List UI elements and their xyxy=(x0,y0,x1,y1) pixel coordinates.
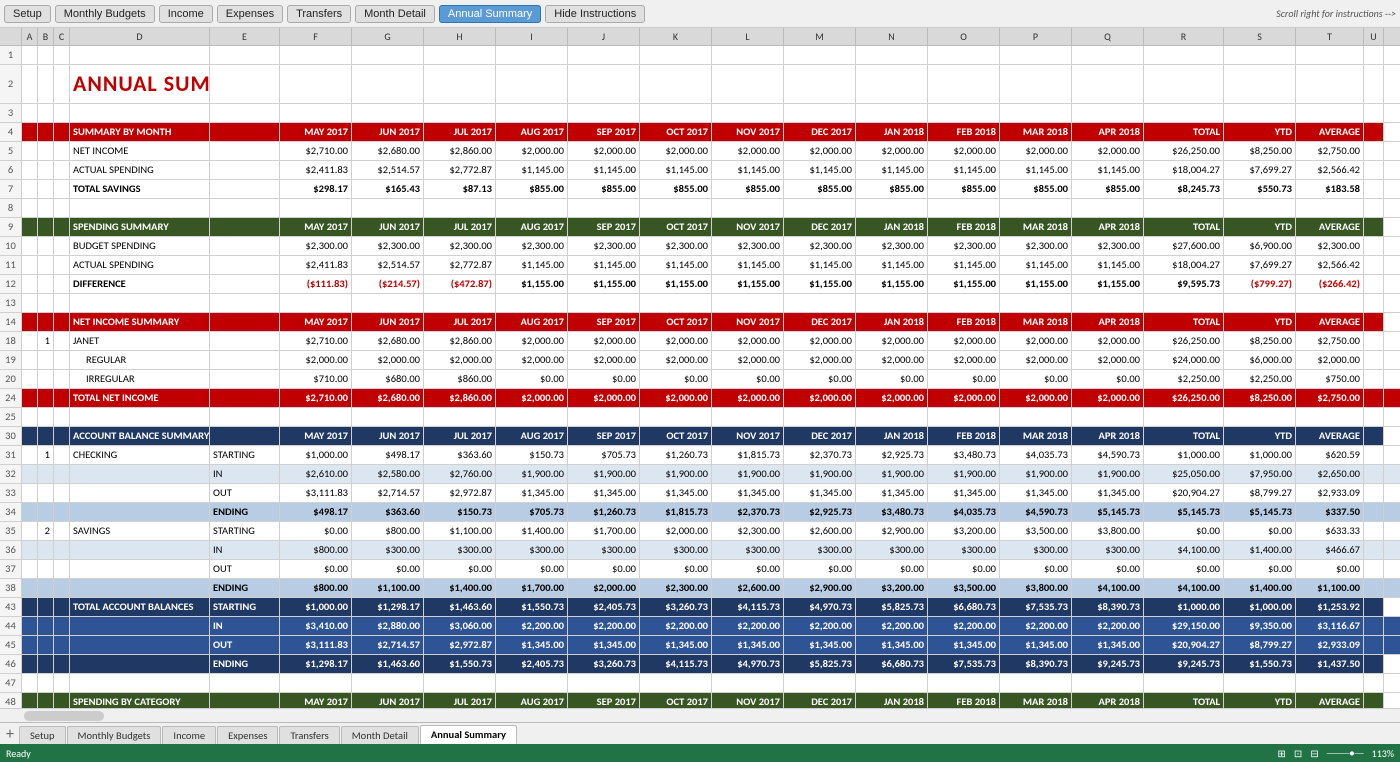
row-13: 13 xyxy=(0,294,1400,313)
month-detail-button[interactable]: Month Detail xyxy=(355,5,435,23)
col-header-j: J xyxy=(568,28,640,45)
col-header-m: M xyxy=(784,28,856,45)
row-11: 11 ACTUAL SPENDING $2,411.83$2,514.57$2,… xyxy=(0,256,1400,275)
row-48-category-header: 48 SPENDING BY CATEGORY MAY 2017 JUN 201… xyxy=(0,693,1400,708)
tab-annual-summary[interactable]: Annual Summary xyxy=(420,725,517,744)
col-header-e: E xyxy=(210,28,280,45)
expenses-button[interactable]: Expenses xyxy=(217,5,283,23)
col-header-i: I xyxy=(496,28,568,45)
spending-summary-label: SPENDING SUMMARY xyxy=(70,218,210,236)
row-44: 44 IN $3,410.00$2,880.00$3,060.00 $2,200… xyxy=(0,617,1400,636)
row-2-title: 2 ANNUAL SUMMARY xyxy=(0,65,1400,104)
row-6: 6 ACTUAL SPENDING $2,411.83 $2,514.57 $2… xyxy=(0,161,1400,180)
summary-by-month-label: SUMMARY BY MONTH xyxy=(70,123,210,141)
col-header-c: C xyxy=(54,28,70,45)
row-4-summary-header: 4 SUMMARY BY MONTH MAY 2017 JUN 2017 JUL… xyxy=(0,123,1400,142)
net-income-summary-label: NET INCOME SUMMARY xyxy=(70,313,210,331)
tab-expenses[interactable]: Expenses xyxy=(217,726,278,744)
row-45: 45 OUT $3,111.83$2,714.57$2,972.87 $1,34… xyxy=(0,636,1400,655)
col-header-t: T xyxy=(1296,28,1364,45)
col-header-o: O xyxy=(928,28,1000,45)
row-20: 20 IRREGULAR $710.00$680.00$860.00 $0.00… xyxy=(0,370,1400,389)
setup-button[interactable]: Setup xyxy=(4,5,51,23)
col-header-q: Q xyxy=(1072,28,1144,45)
row-34: 34 ENDING $498.17$363.60$150.73 $705.73$… xyxy=(0,503,1400,522)
row-33: 33 OUT $3,111.83$2,714.57$2,972.87 $1,34… xyxy=(0,484,1400,503)
row-18: 18 1 JANET $2,710.00$2,680.00$2,860.00 $… xyxy=(0,332,1400,351)
sheet-tab-bar: + Setup Monthly Budgets Income Expenses … xyxy=(0,722,1400,744)
col-header-l: L xyxy=(712,28,784,45)
col-header-h: H xyxy=(424,28,496,45)
row-9-spending-header: 9 SPENDING SUMMARY MAY 2017 JUN 2017 JUL… xyxy=(0,218,1400,237)
tab-transfers[interactable]: Transfers xyxy=(279,726,339,744)
row-38: 38 ENDING $800.00$1,100.00$1,400.00 $1,7… xyxy=(0,579,1400,598)
col-header-n: N xyxy=(856,28,928,45)
hide-instructions-button[interactable]: Hide Instructions xyxy=(545,5,645,23)
row-35: 35 2 SAVINGS STARTING $0.00$800.00$1,100… xyxy=(0,522,1400,541)
top-button-bar: Setup Monthly Budgets Income Expenses Tr… xyxy=(0,0,1400,28)
row-43: 43 TOTAL ACCOUNT BALANCES STARTING $1,00… xyxy=(0,598,1400,617)
sheet-area: 1 2 ANNUAL SUMMARY 3 4 xyxy=(0,46,1400,708)
row-36: 36 IN $800.00$300.00$300.00 $300.00$300.… xyxy=(0,541,1400,560)
monthly-budgets-button[interactable]: Monthly Budgets xyxy=(55,5,155,23)
account-balance-label: ACCOUNT BALANCE SUMMARY xyxy=(70,427,210,445)
row-1: 1 xyxy=(0,46,1400,65)
tab-setup[interactable]: Setup xyxy=(19,726,66,744)
row-46: 46 ENDING $1,298.17$1,463.60$1,550.73 $2… xyxy=(0,655,1400,674)
row-8: 8 xyxy=(0,199,1400,218)
col-header-f: F xyxy=(280,28,352,45)
row-14-net-income-header: 14 NET INCOME SUMMARY MAY 2017 JUN 2017 … xyxy=(0,313,1400,332)
transfers-button[interactable]: Transfers xyxy=(287,5,351,23)
tab-month-detail[interactable]: Month Detail xyxy=(341,726,419,744)
col-header-a: A xyxy=(22,28,38,45)
tab-monthly-budgets[interactable]: Monthly Budgets xyxy=(67,726,162,744)
col-header-r: R xyxy=(1144,28,1224,45)
row-12: 12 DIFFERENCE ($111.83) ($214.57) ($472.… xyxy=(0,275,1400,294)
add-sheet-button[interactable]: + xyxy=(2,725,18,744)
row-30-account-header: 30 ACCOUNT BALANCE SUMMARY MAY 2017 JUN … xyxy=(0,427,1400,446)
row-3: 3 xyxy=(0,104,1400,123)
col-header-d: D xyxy=(70,28,210,45)
col-header-k: K xyxy=(640,28,712,45)
row-5: 5 NET INCOME $2,710.00 $2,680.00 $2,860.… xyxy=(0,142,1400,161)
col-header-p: P xyxy=(1000,28,1072,45)
col-header-u: U xyxy=(1364,28,1384,45)
col-header-s: S xyxy=(1224,28,1296,45)
row-37: 37 OUT $0.00$0.00$0.00 $0.00$0.00$0.00 $… xyxy=(0,560,1400,579)
status-bar: Ready ⊞ ⊡ ⊟ ─────●── 113% xyxy=(0,744,1400,762)
row-19: 19 REGULAR $2,000.00$2,000.00$2,000.00 $… xyxy=(0,351,1400,370)
page-title: ANNUAL SUMMARY xyxy=(70,65,210,103)
row-7: 7 TOTAL SAVINGS $298.17 $165.43 $87.13 $… xyxy=(0,180,1400,199)
row-24-total: 24 TOTAL NET INCOME $2,710.00 $2,680.00 … xyxy=(0,389,1400,408)
row-32: 32 IN $2,610.00$2,580.00$2,760.00 $1,900… xyxy=(0,465,1400,484)
col-header-rn xyxy=(0,28,22,45)
row-10: 10 BUDGET SPENDING $2,300.00$2,300.00$2,… xyxy=(0,237,1400,256)
spending-by-category-label: SPENDING BY CATEGORY xyxy=(70,693,210,708)
scroll-hint: Scroll right for instructions --> xyxy=(1276,7,1396,20)
column-header-row: A B C D E F G H I J K L M N O P Q R S T … xyxy=(0,28,1400,46)
tab-income[interactable]: Income xyxy=(162,726,216,744)
annual-summary-button[interactable]: Annual Summary xyxy=(439,5,541,23)
row-47: 47 xyxy=(0,674,1400,693)
row-31: 31 1 CHECKING STARTING $1,000.00$498.17$… xyxy=(0,446,1400,465)
col-header-b: B xyxy=(38,28,54,45)
row-25: 25 xyxy=(0,408,1400,427)
zoom-slider[interactable]: ─────●── xyxy=(1327,748,1364,759)
income-button[interactable]: Income xyxy=(159,5,213,23)
col-header-g: G xyxy=(352,28,424,45)
